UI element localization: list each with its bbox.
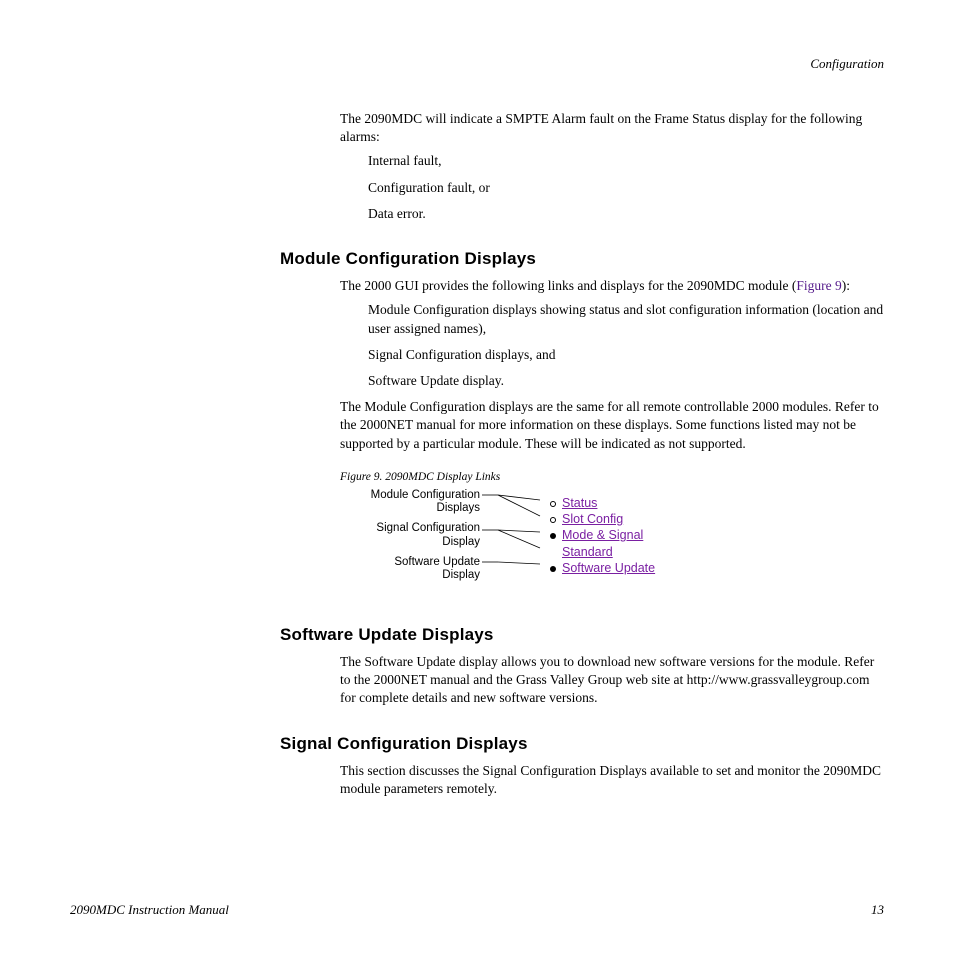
figure-link-row: Standard	[550, 544, 655, 560]
sud-p1: The Software Update display allows you t…	[340, 653, 884, 708]
figure-connector-lines	[480, 489, 555, 599]
running-header: Configuration	[70, 56, 884, 72]
list-item: Configuration fault, or	[368, 179, 884, 197]
link-slot-config[interactable]: Slot Config	[562, 512, 623, 526]
intro-lead: The 2090MDC will indicate a SMPTE Alarm …	[340, 110, 884, 146]
figure-link-row: Slot Config	[550, 511, 655, 527]
link-standard[interactable]: Standard	[562, 545, 613, 559]
intro-paragraph: The 2090MDC will indicate a SMPTE Alarm …	[340, 110, 884, 146]
figure-label-module-config: Module Configuration Displays	[340, 489, 480, 515]
figure-link-list: Status Slot Config Mode & Signal Standar…	[550, 495, 655, 576]
list-item: Internal fault,	[368, 152, 884, 170]
scd-paragraph: This section discusses the Signal Config…	[340, 762, 884, 798]
figure-link-row: Software Update	[550, 560, 655, 576]
mcd-p2: The Module Configuration displays are th…	[340, 398, 884, 453]
page: Configuration The 2090MDC will indicate …	[0, 0, 954, 954]
mcd-paragraph-2: The Module Configuration displays are th…	[340, 398, 884, 453]
mcd-p1a: The 2000 GUI provides the following link…	[340, 278, 796, 293]
mcd-paragraph-1: The 2000 GUI provides the following link…	[340, 277, 884, 295]
figure-9-link[interactable]: Figure 9	[796, 278, 841, 293]
label-line: Module Configuration	[371, 489, 480, 501]
label-line: Signal Configuration	[376, 522, 480, 534]
bullet-icon	[550, 566, 556, 572]
label-line: Display	[442, 569, 480, 581]
sud-paragraph: The Software Update display allows you t…	[340, 653, 884, 708]
intro-list: Internal fault, Configuration fault, or …	[368, 152, 884, 223]
figure-link-row: Status	[550, 495, 655, 511]
mcd-list: Module Configuration displays showing st…	[368, 301, 884, 390]
figure-label-software-update: Software Update Display	[340, 556, 480, 582]
footer-page-number: 13	[871, 902, 884, 918]
bullet-icon	[550, 501, 556, 507]
heading-module-config: Module Configuration Displays	[280, 249, 884, 269]
list-item: Signal Configuration displays, and	[368, 346, 884, 364]
heading-software-update: Software Update Displays	[280, 625, 884, 645]
scd-p1: This section discusses the Signal Config…	[340, 762, 884, 798]
list-item: Software Update display.	[368, 372, 884, 390]
label-line: Displays	[437, 502, 480, 514]
bullet-icon	[550, 517, 556, 523]
link-mode-signal[interactable]: Mode & Signal	[562, 528, 643, 542]
link-status[interactable]: Status	[562, 496, 597, 510]
footer-title: 2090MDC Instruction Manual	[70, 902, 229, 918]
figure-label-signal-config: Signal Configuration Display	[340, 522, 480, 548]
label-line: Software Update	[394, 556, 480, 568]
heading-signal-config: Signal Configuration Displays	[280, 734, 884, 754]
figure-left-labels: Module Configuration Displays Signal Con…	[340, 489, 480, 589]
list-item: Module Configuration displays showing st…	[368, 301, 884, 337]
mcd-p1b: ):	[842, 278, 850, 293]
figure-9: Module Configuration Displays Signal Con…	[340, 489, 884, 599]
list-item: Data error.	[368, 205, 884, 223]
page-footer: 2090MDC Instruction Manual 13	[70, 902, 884, 918]
label-line: Display	[442, 536, 480, 548]
figure-link-row: Mode & Signal	[550, 527, 655, 543]
bullet-icon	[550, 533, 556, 539]
figure-caption: Figure 9. 2090MDC Display Links	[340, 471, 884, 483]
link-software-update[interactable]: Software Update	[562, 561, 655, 575]
